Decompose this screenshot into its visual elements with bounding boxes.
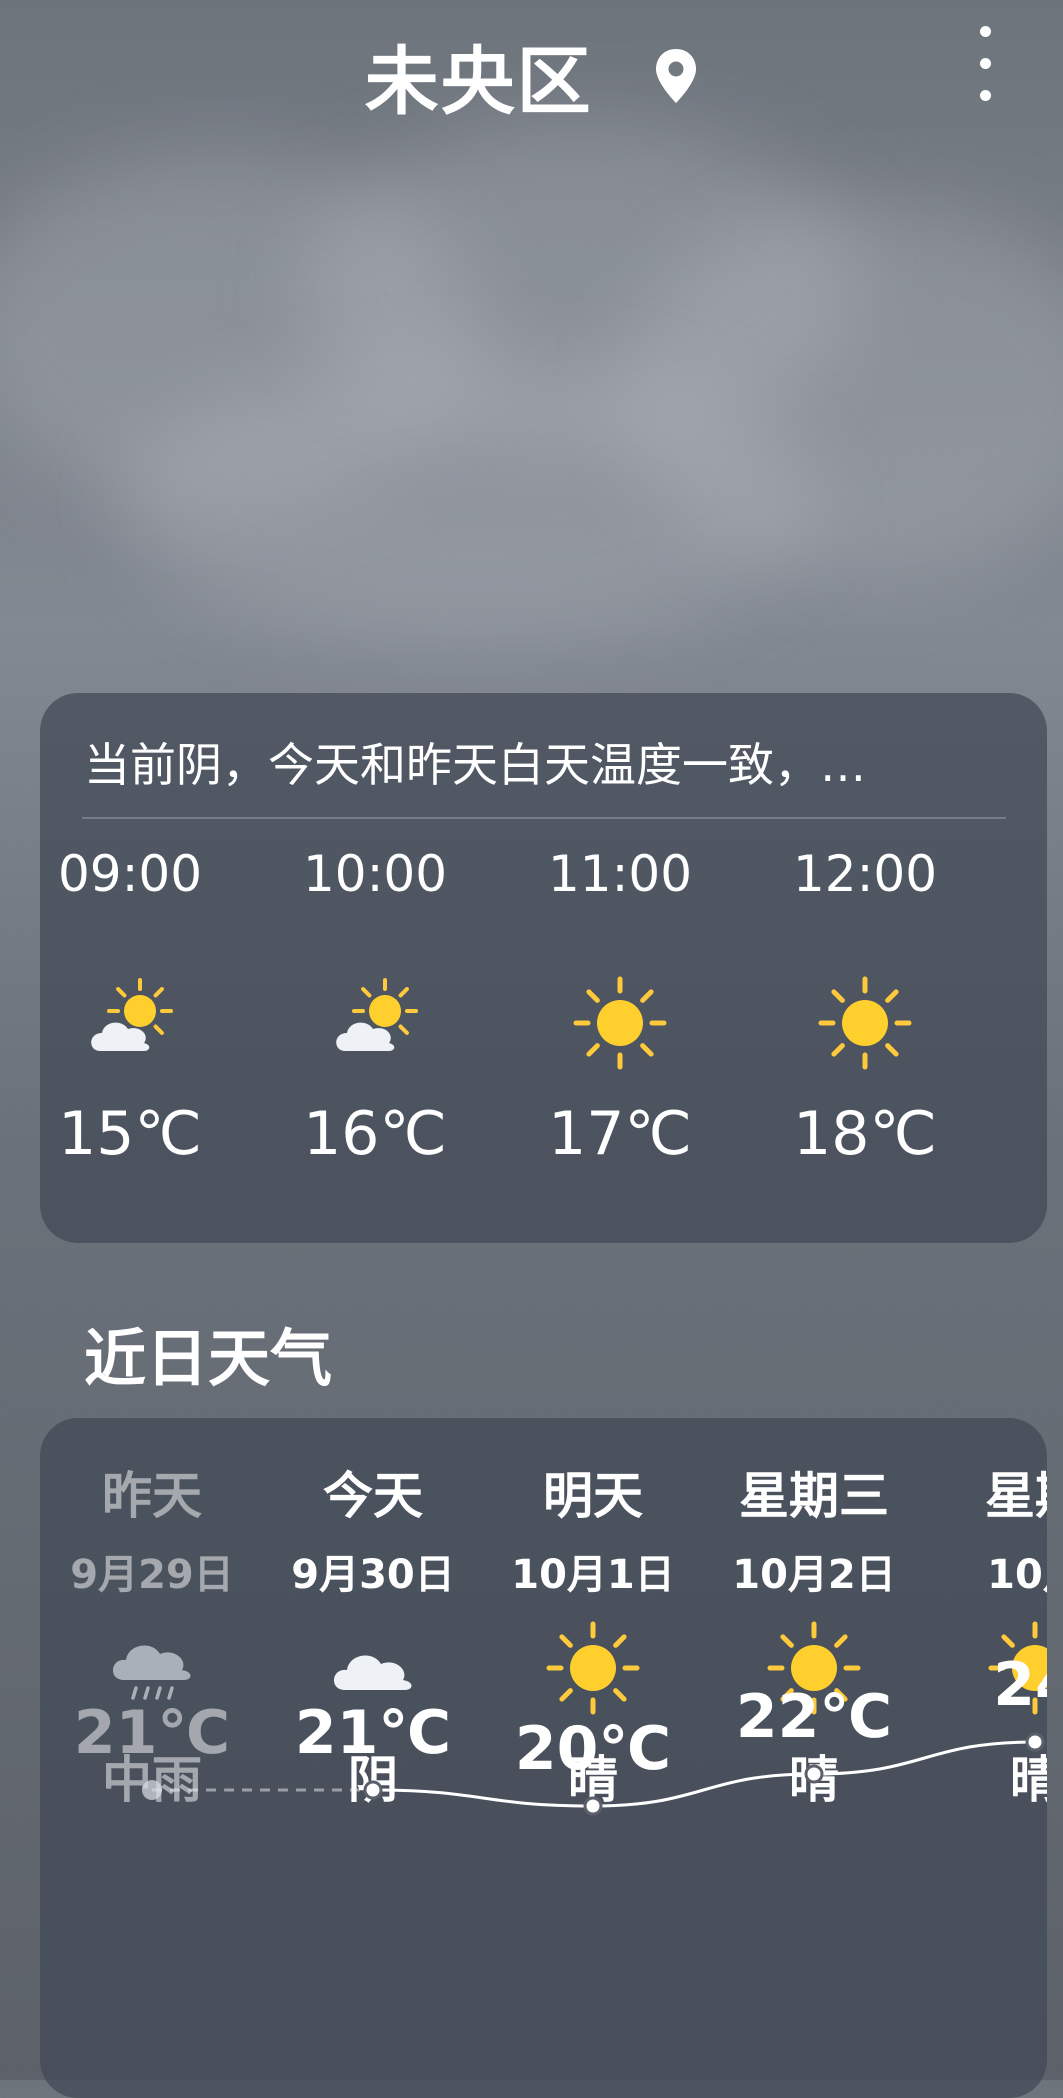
hourly-item[interactable]: 10:00 16℃: [275, 833, 475, 1169]
day-condition: 晴: [1010, 1751, 1047, 1809]
day-name: 星期三: [739, 1467, 889, 1525]
hourly-forecast-card[interactable]: 当前阴，今天和昨天白天温度一致，… 09:00 15℃ 10:00 16℃ 11…: [40, 693, 1047, 1243]
hour-time: 09:00: [57, 845, 203, 903]
day-date: 9月29日: [70, 1552, 234, 1598]
day-item[interactable]: 星期 10月 晴 24: [925, 1418, 1047, 2098]
day-date: 10月1日: [511, 1552, 675, 1598]
weather-summary[interactable]: 当前阴，今天和昨天白天温度一致，…: [84, 729, 866, 795]
section-title-recent-weather: 近日天气: [84, 1322, 333, 1395]
hour-temp: 16℃: [303, 1099, 447, 1169]
partly-cloudy-icon: [325, 973, 425, 1073]
city-name: 未央区: [364, 39, 593, 125]
day-date: 10月2日: [732, 1552, 896, 1598]
hourly-item[interactable]: 11:00 17℃: [520, 833, 720, 1169]
day-date: 10月: [987, 1552, 1047, 1598]
day-name: 今天: [323, 1467, 423, 1525]
sun-icon: [543, 1618, 643, 1718]
day-name: 明天: [543, 1467, 643, 1525]
hour-time: 10:00: [302, 845, 448, 903]
day-name: 昨天: [102, 1467, 202, 1525]
location-pin-icon: [654, 37, 698, 123]
sun-icon: [815, 973, 915, 1073]
day-item[interactable]: 今天 9月30日 阴 21℃: [263, 1418, 483, 2098]
day-date: 9月30日: [291, 1552, 455, 1598]
day-item[interactable]: 明天 10月1日 晴 20℃: [483, 1418, 703, 2098]
daily-forecast-card[interactable]: 昨天 9月29日 中雨 21℃ 今天 9月30日 阴 21℃ 明天 10月1日 …: [40, 1418, 1047, 2098]
hour-time: 12:00: [792, 845, 938, 903]
day-high-temp: 20℃: [514, 1714, 672, 1784]
day-name: 星期: [985, 1467, 1047, 1525]
hourly-item[interactable]: 12:00 18℃: [765, 833, 965, 1169]
hourly-item[interactable]: 09:00 15℃: [30, 833, 230, 1169]
day-high-temp: 21℃: [73, 1698, 231, 1768]
divider: [82, 817, 1006, 819]
day-high-temp: 22℃: [735, 1682, 893, 1752]
hour-temp: 15℃: [58, 1099, 202, 1169]
partly-cloudy-icon: [80, 973, 180, 1073]
day-item[interactable]: 星期三 10月2日 晴 22℃: [704, 1418, 924, 2098]
top-bar: 未央区: [0, 0, 1063, 140]
day-high-temp: 24: [993, 1650, 1047, 1720]
city-title[interactable]: 未央区: [0, 22, 1063, 129]
day-high-temp: 21℃: [294, 1698, 452, 1768]
more-menu-icon[interactable]: [968, 24, 1002, 104]
hour-time: 11:00: [547, 845, 693, 903]
sun-icon: [570, 973, 670, 1073]
day-item[interactable]: 昨天 9月29日 中雨 21℃: [42, 1418, 262, 2098]
hour-temp: 17℃: [548, 1099, 692, 1169]
hour-temp: 18℃: [793, 1099, 937, 1169]
